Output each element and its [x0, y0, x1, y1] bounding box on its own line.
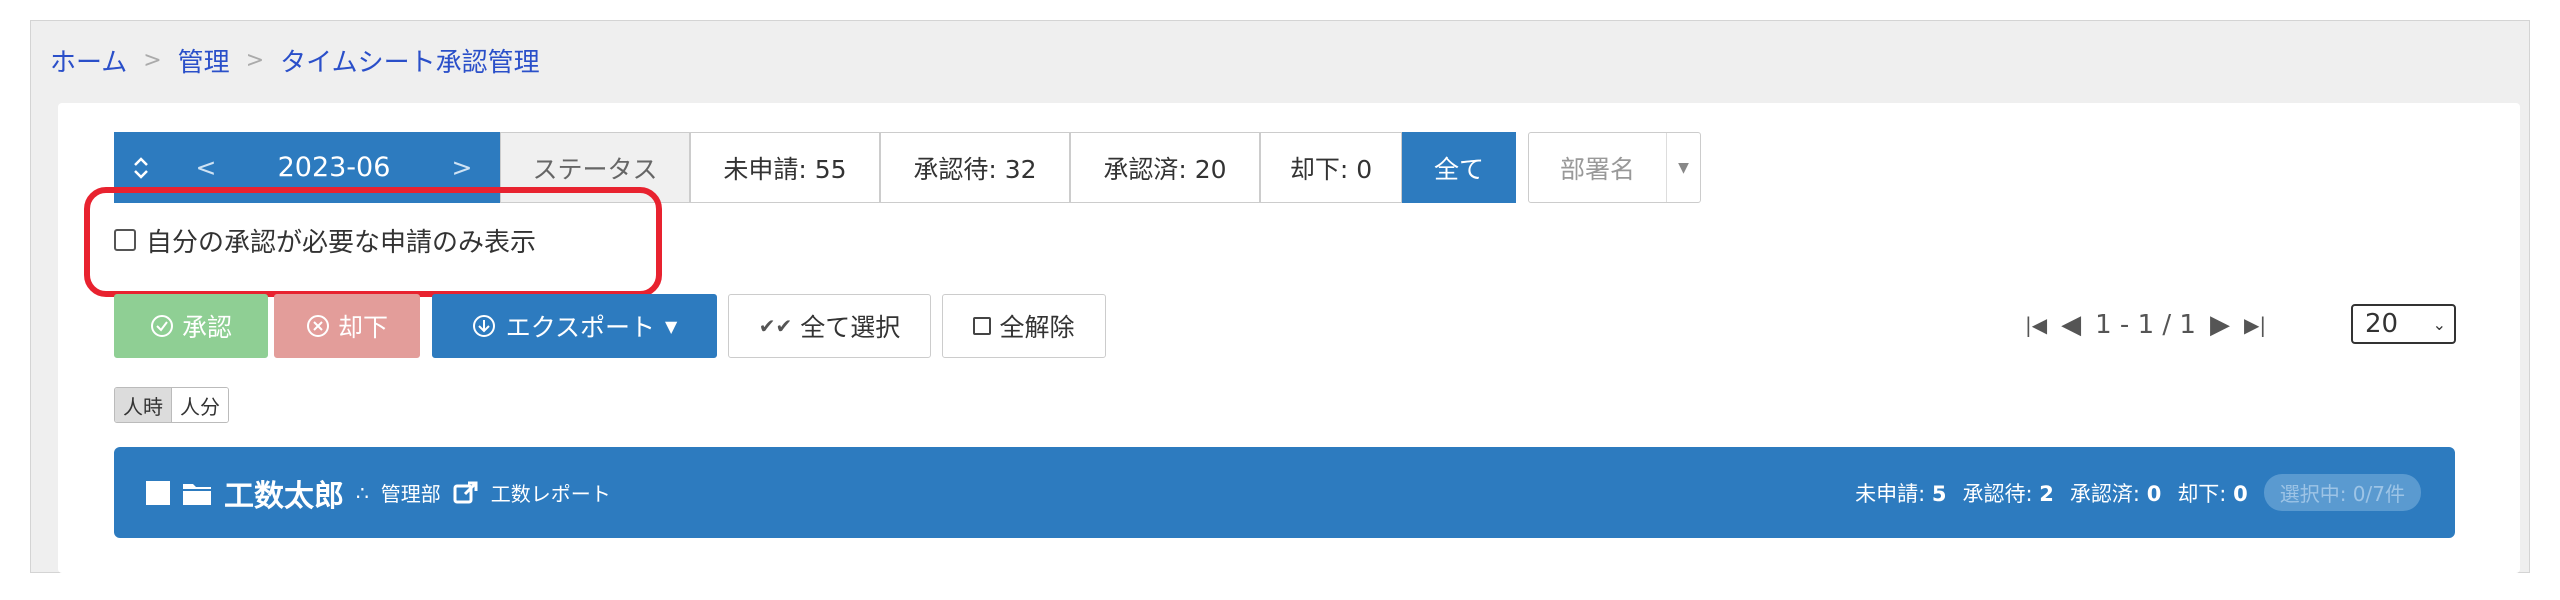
filter-approved[interactable]: 承認済: 20 [1070, 132, 1260, 203]
first-page-icon[interactable]: |◀ [2025, 313, 2047, 337]
breadcrumb-separator: > [245, 47, 265, 73]
caret-down-icon: ▼ [664, 316, 678, 336]
filter-rejected[interactable]: 却下: 0 [1260, 132, 1402, 203]
download-circle-icon [472, 315, 495, 337]
prev-page-icon[interactable]: ◀ [2061, 310, 2081, 340]
report-link[interactable]: 工数レポート [491, 478, 611, 507]
page-range: 1 - 1 / 1 [2095, 310, 2196, 340]
user-department: 管理部 [380, 482, 441, 506]
export-button[interactable]: エクスポート ▼ [432, 294, 717, 358]
unit-toggle: 人時 人分 [114, 387, 229, 423]
stat-approved: 承認済: 0 [2070, 478, 2161, 508]
next-page-icon[interactable]: ▶ [2210, 310, 2230, 340]
filter-unsubmitted[interactable]: 未申請: 55 [690, 132, 880, 203]
breadcrumb-separator: > [143, 47, 162, 73]
per-page-value: 20 [2365, 309, 2399, 339]
stat-value: 0 [2146, 481, 2162, 506]
check-circle-icon [150, 315, 173, 337]
select-all-button[interactable]: ✔✔ 全て選択 [728, 294, 931, 358]
reject-label: 却下 [337, 313, 388, 342]
approve-label: 承認 [181, 313, 232, 342]
stat-value: 0 [2233, 481, 2248, 506]
user-row[interactable]: 工数太郎 ∴ 管理部 工数レポート 未申請: 5 承認待: 2 承認済: 0 却… [114, 447, 2455, 538]
double-check-icon: ✔✔ [758, 314, 793, 338]
deselect-all-button[interactable]: 全解除 [942, 294, 1106, 358]
breadcrumb-current[interactable]: タイムシート承認管理 [280, 42, 539, 79]
users-icon: ∴ [356, 480, 369, 505]
breadcrumb-admin[interactable]: 管理 [178, 42, 230, 79]
stat-waiting: 承認待: 2 [1963, 478, 2054, 508]
pagination: |◀ ◀ 1 - 1 / 1 ▶ ▶| [2025, 300, 2266, 350]
reject-button[interactable]: 却下 [274, 294, 420, 358]
deselect-all-label: 全解除 [999, 313, 1075, 342]
export-label: エクスポート [505, 313, 655, 342]
user-stats: 未申請: 5 承認待: 2 承認済: 0 却下: 0 選択中: 0/7件 [1855, 474, 2421, 511]
stat-value: 2 [2039, 481, 2054, 506]
stat-label: 承認済: [2069, 481, 2140, 506]
sort-icon [134, 156, 148, 179]
highlight-annotation [84, 187, 662, 297]
selected-count-badge: 選択中: 0/7件 [2263, 474, 2421, 511]
breadcrumb-home[interactable]: ホーム [50, 42, 127, 79]
select-all-label: 全て選択 [800, 313, 901, 342]
stat-label: 却下: [2177, 481, 2227, 506]
unit-person-minute[interactable]: 人分 [171, 388, 228, 422]
user-name[interactable]: 工数太郎 [224, 471, 344, 515]
row-checkbox[interactable] [146, 480, 170, 505]
stat-value: 5 [1931, 481, 1947, 506]
department-select[interactable]: 部署名 ▼ [1528, 132, 1701, 203]
stat-rejected: 却下: 0 [2177, 478, 2247, 508]
filter-waiting[interactable]: 承認待: 32 [880, 132, 1070, 203]
square-icon [973, 317, 992, 335]
department-select-placeholder: 部署名 [1559, 154, 1635, 184]
chevron-down-icon: ⌄ [2432, 314, 2446, 334]
breadcrumb: ホーム > 管理 > タイムシート承認管理 [50, 40, 540, 80]
per-page-select[interactable]: 20 ⌄ [2351, 304, 2456, 344]
filter-all[interactable]: 全て [1402, 132, 1516, 203]
approve-button[interactable]: 承認 [114, 294, 268, 358]
stat-label: 承認待: [1962, 481, 2033, 506]
external-link-icon[interactable] [453, 480, 479, 506]
unit-person-hour[interactable]: 人時 [115, 388, 171, 422]
stat-label: 未申請: [1855, 481, 1926, 506]
x-circle-icon [306, 315, 329, 337]
chevron-down-icon: ▼ [1666, 133, 1700, 202]
folder-icon [183, 483, 211, 505]
last-page-icon[interactable]: ▶| [2244, 313, 2266, 337]
stat-unsubmitted: 未申請: 5 [1855, 478, 1946, 508]
